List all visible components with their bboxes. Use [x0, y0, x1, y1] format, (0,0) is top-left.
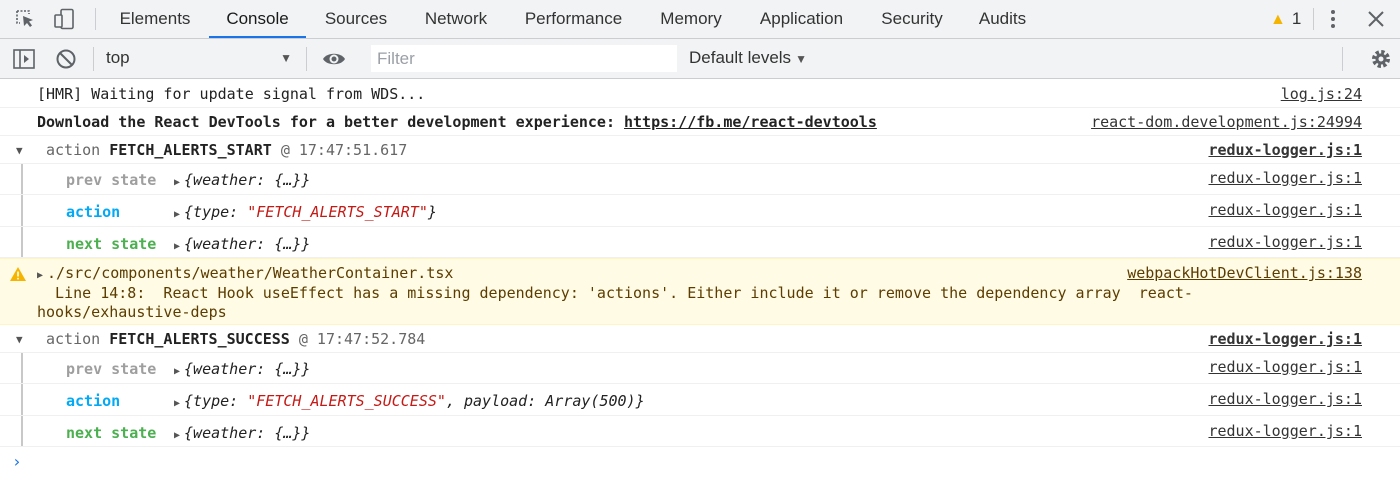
warning-path: ./src/components/weather/WeatherContaine… [47, 264, 454, 282]
devtools-tab-bar: Elements Console Sources Network Perform… [0, 0, 1400, 39]
console-group-header[interactable]: ▼ action FETCH_ALERTS_START @ 17:47:51.6… [0, 136, 1400, 164]
log-levels-dropdown[interactable]: Default levels ▼ [689, 45, 807, 71]
console-message: prev state ▶ {weather: {…}} redux-logger.… [0, 164, 1400, 195]
context-label: top [106, 48, 130, 67]
tab-console[interactable]: Console [209, 0, 306, 38]
more-options-icon[interactable] [1327, 7, 1339, 31]
warning-line-1: Line 14:8: React Hook useEffect has a mi… [37, 284, 1193, 302]
source-link[interactable]: redux-logger.js:1 [1208, 358, 1362, 376]
source-link[interactable]: react-dom.development.js:24994 [1091, 113, 1362, 131]
dropdown-arrow-icon: ▼ [280, 51, 292, 65]
filter-input[interactable] [371, 45, 677, 72]
group-prefix: action [46, 330, 101, 348]
tab-memory[interactable]: Memory [645, 0, 737, 38]
warning-counter[interactable]: ▲ 1 [1270, 0, 1301, 38]
expand-warning-icon[interactable]: ▶ [37, 270, 43, 281]
console-message: Download the React DevTools for a better… [0, 108, 1400, 136]
tab-network[interactable]: Network [408, 0, 504, 38]
message-text: [HMR] Waiting for update signal from WDS… [37, 85, 426, 103]
tab-sources[interactable]: Sources [310, 0, 402, 38]
warning-line-2: hooks/exhaustive-deps [37, 303, 227, 321]
tab-elements[interactable]: Elements [105, 0, 205, 38]
console-warning: ▶ ./src/components/weather/WeatherContain… [0, 258, 1400, 325]
source-link[interactable]: redux-logger.js:1 [1208, 141, 1362, 159]
close-icon[interactable] [1366, 9, 1386, 29]
warning-count: 1 [1291, 9, 1302, 28]
group-prefix: action [46, 141, 101, 159]
expand-triangle-icon[interactable]: ▼ [16, 333, 23, 346]
next-state-label: next state [66, 424, 157, 442]
action-name: FETCH_ALERTS_SUCCESS [109, 330, 290, 348]
divider [93, 47, 94, 71]
clear-console-icon[interactable] [55, 48, 79, 70]
tab-audits[interactable]: Audits [966, 0, 1039, 38]
device-toolbar-icon[interactable] [53, 8, 77, 30]
devtools-link[interactable]: https://fb.me/react-devtools [624, 113, 877, 131]
tab-performance[interactable]: Performance [510, 0, 637, 38]
divider [1313, 8, 1314, 30]
execution-context-select[interactable]: top ▼ [98, 45, 298, 71]
console-message: [HMR] Waiting for update signal from WDS… [0, 80, 1400, 108]
inspect-element-icon[interactable] [14, 8, 38, 30]
timestamp: @ 17:47:52.784 [298, 330, 426, 348]
source-link[interactable]: redux-logger.js:1 [1208, 390, 1362, 408]
toggle-sidebar-icon[interactable] [12, 48, 36, 70]
dropdown-arrow-icon: ▼ [795, 52, 807, 66]
action-name: FETCH_ALERTS_START [109, 141, 272, 159]
source-link[interactable]: redux-logger.js:1 [1208, 233, 1362, 251]
object-preview[interactable]: {type: "FETCH_ALERTS_SUCCESS", payload: … [184, 392, 645, 410]
source-link[interactable]: redux-logger.js:1 [1208, 169, 1362, 187]
levels-label: Default levels [689, 48, 792, 67]
object-preview[interactable]: {weather: {…}} [184, 424, 310, 442]
prev-state-label: prev state [66, 171, 157, 189]
warning-icon [9, 266, 27, 282]
console-group-header[interactable]: ▼ action FETCH_ALERTS_SUCCESS @ 17:47:52… [0, 325, 1400, 353]
expand-object-icon[interactable]: ▶ [174, 430, 180, 441]
source-link[interactable]: redux-logger.js:1 [1208, 422, 1362, 440]
next-state-label: next state [66, 235, 157, 253]
console-message: action ▶ {type: "FETCH_ALERTS_SUCCESS", p… [0, 384, 1400, 416]
expand-triangle-icon[interactable]: ▼ [16, 144, 23, 157]
action-label: action [66, 392, 121, 410]
console-toolbar: top ▼ Default levels▼ [0, 39, 1400, 79]
divider [306, 47, 307, 71]
console-message: next state ▶ {weather: {…}} redux-logger.… [0, 227, 1400, 258]
console-message: action ▶ {type: "FETCH_ALERTS_START"} red… [0, 195, 1400, 227]
source-link[interactable]: redux-logger.js:1 [1208, 330, 1362, 348]
console-message: prev state ▶ {weather: {…}} redux-logger.… [0, 353, 1400, 384]
warning-icon: ▲ [1270, 11, 1286, 28]
prev-state-label: prev state [66, 360, 157, 378]
tab-application[interactable]: Application [745, 0, 858, 38]
expand-object-icon[interactable]: ▶ [174, 398, 180, 409]
object-preview[interactable]: {weather: {…}} [184, 235, 310, 253]
expand-object-icon[interactable]: ▶ [174, 209, 180, 220]
console-prompt-icon[interactable]: › [12, 452, 22, 471]
timestamp: @ 17:47:51.617 [280, 141, 408, 159]
console-message: next state ▶ {weather: {…}} redux-logger.… [0, 416, 1400, 447]
object-preview[interactable]: {weather: {…}} [184, 171, 310, 189]
tab-security[interactable]: Security [868, 0, 956, 38]
source-link[interactable]: webpackHotDevClient.js:138 [1127, 264, 1362, 282]
source-link[interactable]: log.js:24 [1281, 85, 1362, 103]
object-preview[interactable]: {type: "FETCH_ALERTS_START"} [184, 203, 437, 221]
divider [1342, 47, 1343, 71]
message-text: Download the React DevTools for a better… [37, 113, 624, 131]
source-link[interactable]: redux-logger.js:1 [1208, 201, 1362, 219]
live-expression-eye-icon[interactable] [322, 48, 346, 70]
expand-object-icon[interactable]: ▶ [174, 177, 180, 188]
console-settings-gear-icon[interactable] [1369, 47, 1393, 69]
object-preview[interactable]: {weather: {…}} [184, 360, 310, 378]
expand-object-icon[interactable]: ▶ [174, 241, 180, 252]
action-label: action [66, 203, 121, 221]
divider [95, 8, 96, 30]
expand-object-icon[interactable]: ▶ [174, 366, 180, 377]
